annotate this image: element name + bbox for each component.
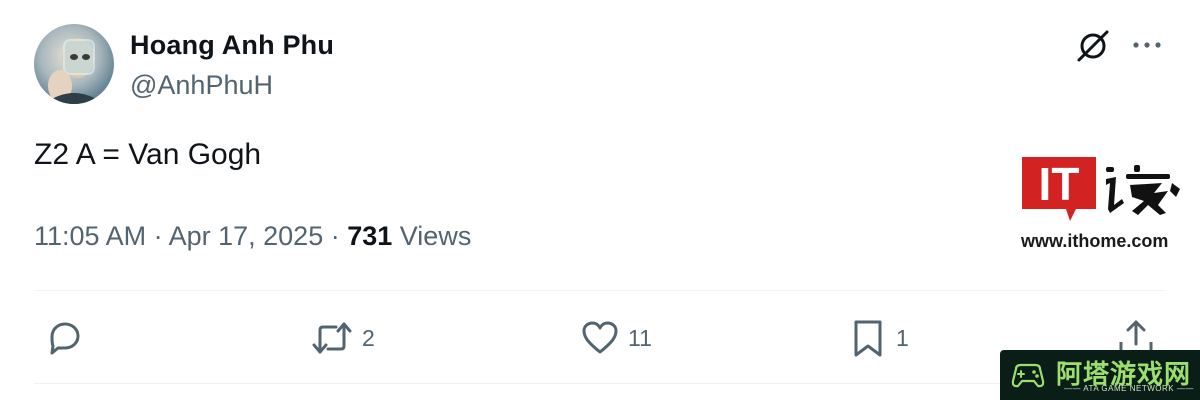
views-label: Views: [392, 221, 472, 251]
retweet-icon: [312, 322, 352, 354]
ithome-logo: IT: [1022, 157, 1180, 221]
avatar[interactable]: [34, 24, 114, 104]
grok-icon[interactable]: [1074, 27, 1112, 65]
heart-icon: [582, 321, 618, 354]
tweet-text: Z2 A = Van Gogh: [34, 138, 262, 171]
bookmark-icon: [854, 320, 882, 357]
ithome-url: www.ithome.com: [1021, 231, 1169, 251]
gamepad-icon: [1011, 363, 1045, 388]
meta-separator: ·: [323, 221, 348, 251]
ata-badge-subtitle: —— ATA GAME NETWORK ——: [1064, 384, 1194, 393]
tweet-date[interactable]: Apr 17, 2025: [169, 221, 324, 251]
avatar-image: [44, 38, 104, 104]
bookmark-button[interactable]: 1: [848, 316, 909, 360]
like-button[interactable]: 11: [580, 316, 652, 360]
reply-icon: [50, 322, 80, 355]
retweet-button[interactable]: 2: [310, 316, 375, 360]
bookmark-count: 1: [896, 324, 909, 351]
more-icon[interactable]: [1130, 35, 1164, 55]
meta-separator: ·: [146, 221, 169, 251]
tweet-time[interactable]: 11:05 AM: [34, 221, 146, 251]
divider-bottom: [34, 383, 1166, 384]
ata-badge: 阿塔游戏网 —— ATA GAME NETWORK ——: [1000, 350, 1200, 400]
like-count: 11: [628, 324, 652, 351]
reply-button[interactable]: [44, 316, 92, 360]
retweet-count: 2: [362, 324, 375, 351]
author-display-name[interactable]: Hoang Anh Phu: [130, 30, 334, 61]
tweet-meta: 11:05 AM · Apr 17, 2025 · 731 Views: [34, 221, 471, 252]
divider-top: [34, 290, 1166, 291]
author-handle[interactable]: @AnhPhuH: [130, 70, 273, 101]
ithome-logo-letters: IT: [1039, 158, 1080, 210]
views-count: 731: [347, 221, 393, 251]
